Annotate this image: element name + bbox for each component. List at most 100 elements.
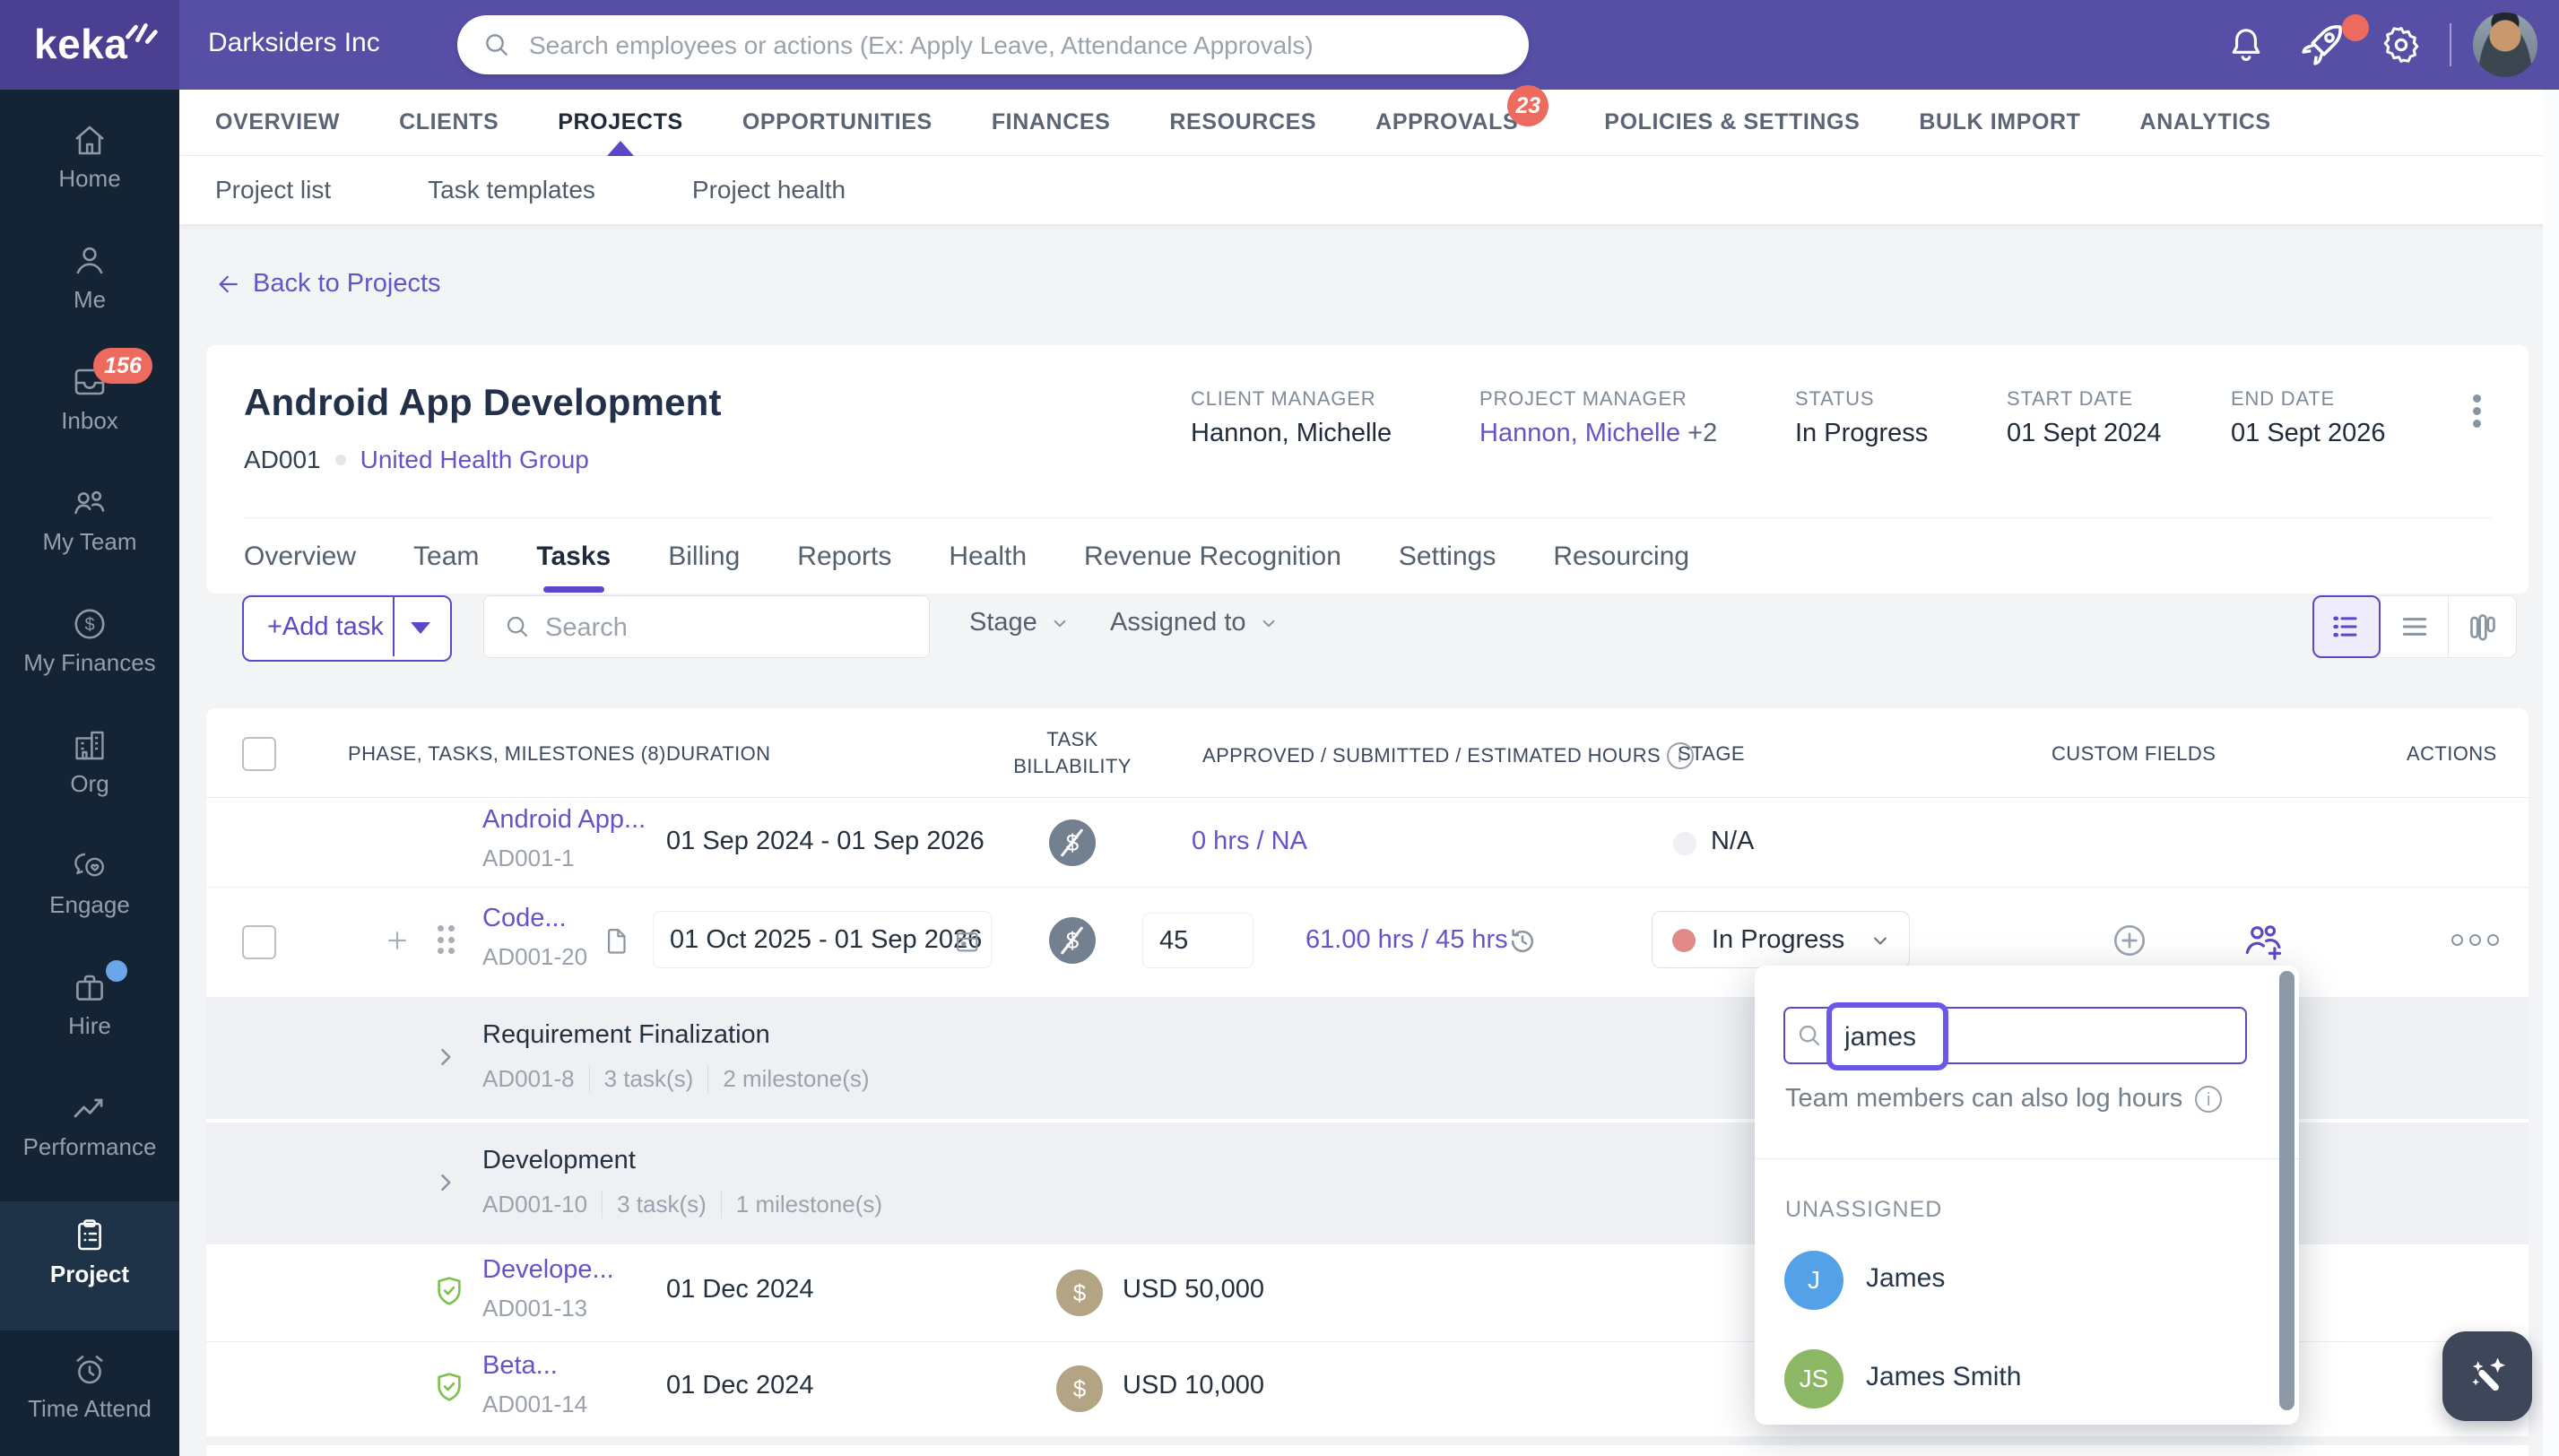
assigned-to-filter[interactable]: Assigned to bbox=[1110, 608, 1280, 637]
subnav-project-list[interactable]: Project list bbox=[215, 176, 331, 204]
task-row-android-app[interactable]: Android App... AD001-1 01 Sep 2024 - 01 … bbox=[206, 798, 2529, 888]
task-hours-link[interactable]: 0 hrs / NA bbox=[1192, 827, 1307, 856]
nav-finances[interactable]: FINANCES bbox=[992, 90, 1111, 155]
sidebar-item-performance[interactable]: Performance bbox=[0, 1074, 179, 1195]
nav-policies-settings[interactable]: POLICIES & SETTINGS bbox=[1604, 90, 1860, 155]
milestone-title-link[interactable]: Develope... bbox=[482, 1255, 614, 1285]
subnav-task-templates[interactable]: Task templates bbox=[428, 176, 595, 204]
expand-chevron-icon[interactable] bbox=[430, 1167, 461, 1198]
tab-billing[interactable]: Billing bbox=[668, 518, 740, 594]
estimated-hours-input[interactable]: 45 bbox=[1142, 913, 1253, 968]
row-actions-menu[interactable] bbox=[2451, 934, 2499, 946]
sidebar-item-org[interactable]: Org bbox=[0, 711, 179, 832]
stage-filter[interactable]: Stage bbox=[969, 608, 1071, 637]
assignee-search-input-highlight[interactable] bbox=[1826, 1002, 1948, 1070]
phase-title[interactable]: Development bbox=[482, 1146, 636, 1175]
notifications-bell-icon[interactable] bbox=[2224, 22, 2268, 68]
user-avatar[interactable] bbox=[2473, 13, 2537, 77]
tab-team[interactable]: Team bbox=[413, 518, 479, 594]
sidebar-item-me[interactable]: Me bbox=[0, 227, 179, 348]
global-search-input[interactable] bbox=[527, 15, 1499, 76]
milestone-title-link[interactable]: Beta... bbox=[482, 1351, 558, 1381]
phase-title[interactable]: Requirement Finalization bbox=[482, 1020, 770, 1050]
magic-assistant-button[interactable] bbox=[2442, 1331, 2532, 1421]
nav-clients[interactable]: CLIENTS bbox=[399, 90, 499, 155]
phase-meta: AD001-10 3 task(s) 1 milestone(s) bbox=[482, 1191, 897, 1218]
stage-dropdown[interactable]: In Progress bbox=[1652, 911, 1910, 968]
sidebar-item-engage[interactable]: Engage bbox=[0, 832, 179, 953]
inbox-count-badge: 156 bbox=[93, 348, 152, 384]
task-document-icon[interactable] bbox=[599, 922, 633, 959]
popup-scrollbar[interactable] bbox=[2279, 971, 2294, 1410]
task-title-link[interactable]: Code... bbox=[482, 904, 567, 933]
project-more-menu[interactable] bbox=[2473, 390, 2482, 432]
task-search-input[interactable] bbox=[543, 596, 915, 659]
member-option-james[interactable]: J James bbox=[1755, 1251, 2275, 1337]
nav-overview[interactable]: OVERVIEW bbox=[215, 90, 340, 155]
end-date-label: END DATE bbox=[2231, 387, 2336, 410]
tab-settings[interactable]: Settings bbox=[1399, 518, 1496, 594]
topbar-divider bbox=[2450, 23, 2451, 66]
search-icon bbox=[1799, 1025, 1820, 1046]
task-hours-link[interactable]: 61.00 hrs / 45 hrs bbox=[1306, 925, 1508, 955]
tab-tasks[interactable]: Tasks bbox=[536, 518, 611, 594]
person-icon bbox=[76, 247, 103, 274]
table-header-row: PHASE, TASKS, MILESTONES (8) DURATION TA… bbox=[206, 708, 2529, 798]
assign-people-icon[interactable] bbox=[2240, 918, 2286, 963]
view-flat-list-button[interactable] bbox=[2381, 595, 2449, 658]
approvals-count-badge: 23 bbox=[1507, 85, 1549, 126]
project-manager-value[interactable]: Hannon, Michelle +2 bbox=[1479, 419, 1717, 448]
settings-gear-icon[interactable] bbox=[2378, 22, 2425, 68]
start-date-value: 01 Sept 2024 bbox=[2007, 419, 2162, 447]
history-icon[interactable] bbox=[1505, 923, 1540, 959]
view-board-button[interactable] bbox=[2449, 595, 2517, 658]
phase-meta: AD001-8 3 task(s) 2 milestone(s) bbox=[482, 1065, 884, 1093]
nav-approvals[interactable]: APPROVALS 23 bbox=[1375, 85, 1549, 155]
project-client-link[interactable]: United Health Group bbox=[360, 446, 589, 474]
add-task-button[interactable]: +Add task bbox=[242, 595, 452, 662]
sidebar-item-time-attend[interactable]: Time Attend bbox=[0, 1336, 179, 1456]
note-info-icon[interactable]: i bbox=[2195, 1085, 2223, 1113]
drag-handle[interactable] bbox=[438, 925, 457, 956]
sidebar-item-hire[interactable]: Hire bbox=[0, 953, 179, 1074]
sidebar-item-project[interactable]: Project bbox=[0, 1201, 179, 1330]
member-option-james-smith[interactable]: JS James Smith bbox=[1755, 1349, 2275, 1435]
whats-new-rocket-button[interactable] bbox=[2295, 14, 2369, 77]
row-checkbox[interactable] bbox=[242, 925, 276, 959]
sidebar-item-my-team[interactable]: My Team bbox=[0, 469, 179, 590]
select-all-checkbox[interactable] bbox=[242, 737, 276, 771]
tab-overview[interactable]: Overview bbox=[244, 518, 356, 594]
add-subtask-icon[interactable] bbox=[384, 927, 411, 954]
expand-chevron-icon[interactable] bbox=[430, 1042, 461, 1072]
nav-bulk-import[interactable]: BULK IMPORT bbox=[1919, 90, 2080, 155]
tab-revenue-recognition[interactable]: Revenue Recognition bbox=[1084, 518, 1341, 594]
assignee-search[interactable] bbox=[1783, 1002, 2247, 1070]
add-task-dropdown-caret[interactable] bbox=[411, 622, 430, 634]
client-manager-value[interactable]: Hannon, Michelle bbox=[1191, 419, 1392, 448]
nav-projects[interactable]: PROJECTS bbox=[558, 90, 683, 156]
sidebar-item-my-finances[interactable]: $ My Finances bbox=[0, 590, 179, 711]
project-code: AD001 bbox=[244, 446, 321, 473]
duration-date-field[interactable]: 01 Oct 2025 - 01 Sep 2026 bbox=[653, 911, 992, 968]
nav-opportunities[interactable]: OPPORTUNITIES bbox=[742, 90, 933, 155]
tab-reports[interactable]: Reports bbox=[797, 518, 891, 594]
sidebar-item-home[interactable]: Home bbox=[0, 106, 179, 227]
nav-resources[interactable]: RESOURCES bbox=[1169, 90, 1316, 155]
sidebar-item-inbox[interactable]: Inbox 156 bbox=[0, 348, 179, 469]
back-to-projects-link[interactable]: Back to Projects bbox=[215, 269, 441, 299]
nav-analytics[interactable]: ANALYTICS bbox=[2140, 90, 2271, 155]
task-title-link[interactable]: Android App... bbox=[482, 805, 646, 835]
project-manager-extra[interactable]: +2 bbox=[1687, 419, 1717, 447]
add-custom-field-icon[interactable] bbox=[2109, 920, 2150, 961]
global-search[interactable] bbox=[457, 15, 1529, 76]
app-screen: keka Darksiders Inc Search employees or … bbox=[0, 0, 2559, 1456]
page-scrollbar-track[interactable] bbox=[2543, 90, 2559, 1456]
assignee-search-input[interactable] bbox=[1843, 1011, 1943, 1063]
keka-logo[interactable]: keka bbox=[0, 0, 179, 90]
view-grouped-list-button[interactable] bbox=[2312, 595, 2381, 658]
sidebar: Home Me Inbox 156 My Team $ My Finances … bbox=[0, 90, 179, 1456]
tab-health[interactable]: Health bbox=[949, 518, 1027, 594]
tab-resourcing[interactable]: Resourcing bbox=[1553, 518, 1689, 594]
subnav-project-health[interactable]: Project health bbox=[692, 176, 846, 204]
task-search[interactable] bbox=[483, 595, 930, 659]
